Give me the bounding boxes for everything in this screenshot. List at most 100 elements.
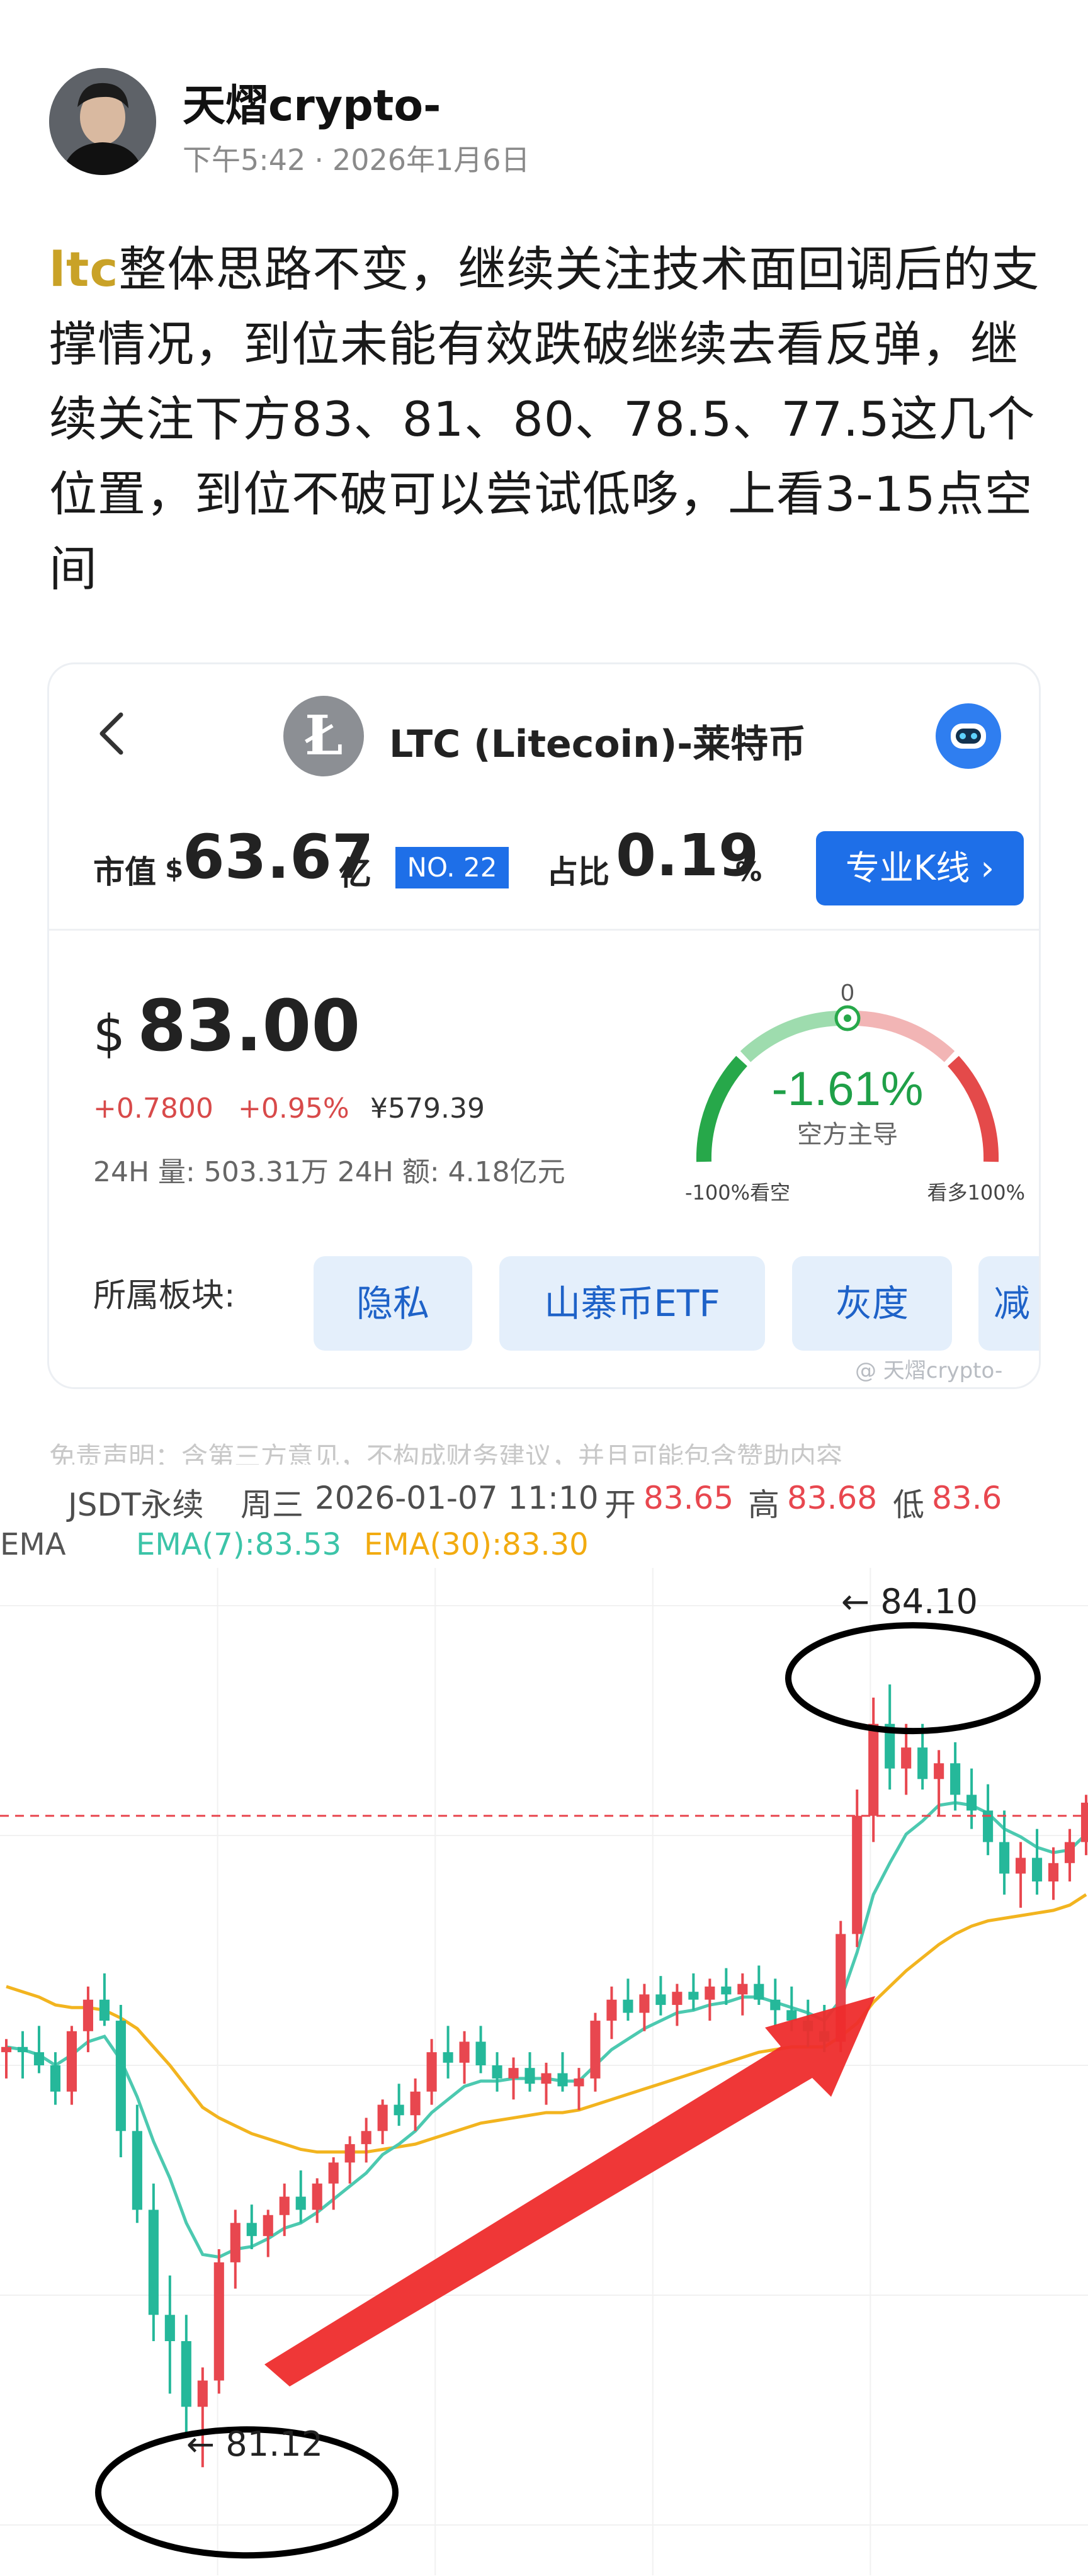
post-meta: 下午5:42 · 2026年1月6日 [183, 137, 530, 179]
sector-label: 所属板块: [93, 1277, 235, 1315]
candle-body [426, 2052, 437, 2092]
avatar[interactable] [49, 68, 156, 175]
market-cap-currency: $ [165, 853, 184, 884]
candle-body [66, 2031, 77, 2092]
market-share-unit: % [735, 856, 762, 887]
post-body-text: 整体思路不变，继续关注技术面回调后的支撑情况，到位未能有效跌破继续去看反弹，继续… [49, 241, 1040, 597]
trend-arrow-icon [264, 1996, 875, 2386]
price-cny: ¥579.39 [370, 1092, 485, 1125]
gauge-arc-green [696, 1055, 747, 1162]
chart-header: JSDT永续 周三 2026-01-07 11:10 开 83.65 高 83.… [0, 1480, 1088, 1523]
candle-body [213, 2262, 224, 2381]
candle-body [295, 2196, 306, 2210]
coin-card-header: Ł LTC (Litecoin)-莱特币 市值 $ 63.67 亿 NO. 22… [49, 664, 1039, 929]
gauge-arc-red [948, 1055, 999, 1162]
candle-body [1, 2046, 12, 2053]
candle-body [197, 2380, 208, 2407]
back-arrow-icon[interactable] [93, 708, 131, 759]
high-callout-label: ← 84.10 [841, 1582, 978, 1621]
candle-body [557, 2073, 568, 2087]
candle-body [132, 2131, 142, 2210]
post-time: 下午5:42 [183, 143, 306, 177]
candle-body [934, 1763, 944, 1779]
candle-body [639, 1994, 650, 2013]
candle-body [443, 2052, 453, 2063]
candle-body [164, 2315, 175, 2341]
pro-kline-button[interactable]: 专业K线 › [816, 831, 1024, 905]
gauge-arc-pink [851, 1010, 955, 1062]
candle-body [950, 1763, 961, 1795]
ema30-value: EMA(30):83.30 [364, 1527, 589, 1562]
ema30-line [6, 1893, 1087, 2154]
candle-body [230, 2223, 241, 2262]
candle-body [754, 1983, 764, 2000]
low-callout-label: ← 81.12 [186, 2424, 324, 2464]
gauge-value: -1.61% [772, 1062, 924, 1116]
candle-body [655, 1994, 666, 2006]
low-value: 83.6 [932, 1480, 1002, 1516]
candle-body [590, 2021, 601, 2079]
candle-body [99, 1999, 110, 2021]
candle-body [672, 1992, 683, 2006]
candle-body [852, 1815, 863, 1934]
coin-title: LTC (Litecoin)-莱特币 [389, 722, 807, 766]
gauge-caption: 空方主导 [797, 1120, 898, 1149]
candle-body [475, 2041, 486, 2065]
coin-tag[interactable]: ltc [49, 241, 118, 297]
ema7-line [6, 1801, 1087, 2259]
gauge-arc-lightgreen [740, 1010, 844, 1062]
candle-body [492, 2065, 502, 2079]
kline-chart[interactable]: JSDT永续 周三 2026-01-07 11:10 开 83.65 高 83.… [0, 1442, 1088, 2576]
candle-body [688, 1992, 699, 2000]
sector-chip-privacy[interactable]: 隐私 [314, 1256, 472, 1351]
ema-label: EMA [0, 1527, 66, 1562]
current-price: 83.00 [137, 985, 361, 1067]
candle-body [394, 2104, 404, 2116]
gauge-right-label: 看多100% [927, 1181, 1026, 1205]
sentiment-gauge: 0 -1.61% 空方主导 -100%看空 看多100% [685, 980, 1026, 1205]
open-value: 83.65 [643, 1480, 734, 1516]
candle-body [50, 2065, 61, 2092]
candle-body [541, 2073, 552, 2084]
candle-body [410, 2091, 421, 2116]
candle-body [524, 2068, 535, 2084]
candle-body [966, 1795, 977, 1811]
sector-chip-altcoin-etf[interactable]: 山寨币ETF [499, 1256, 765, 1351]
author-name[interactable]: 天熠crypto- [183, 71, 441, 133]
candle-body [459, 2041, 470, 2063]
candle-body [737, 1983, 748, 1995]
candle-body [312, 2183, 322, 2210]
price-currency: $ [93, 1004, 125, 1063]
post-body: ltc整体思路不变，继续关注技术面回调后的支撑情况，到位未能有效跌破继续去看反弹… [49, 232, 1050, 606]
candle-body [999, 1842, 1010, 1874]
candle-body [901, 1747, 912, 1769]
market-cap-unit: 亿 [339, 855, 372, 893]
candle-body [344, 2144, 355, 2163]
candle-body [705, 1986, 715, 2000]
sector-chip-grayscale[interactable]: 灰度 [792, 1256, 952, 1351]
high-callout-ellipse [785, 1622, 1041, 1735]
high-label: 高 [748, 1487, 779, 1523]
market-share-label: 占比 [547, 854, 609, 890]
candle-body [263, 2215, 273, 2237]
candle-body [1064, 1842, 1075, 1863]
gauge-left-label: -100%看空 [685, 1181, 790, 1205]
candle-body [770, 1999, 781, 2011]
sector-chip-more[interactable]: 减 [978, 1256, 1039, 1351]
candle-body [377, 2104, 388, 2131]
robot-assistant-icon[interactable] [936, 703, 1001, 769]
candle-body [82, 1999, 93, 2031]
candle-body [361, 2131, 371, 2145]
candle-body [17, 2046, 28, 2053]
card-watermark: @ 天熠crypto- [855, 1358, 1003, 1383]
candle-body [917, 1747, 928, 1779]
meta-separator: · [314, 143, 324, 177]
rank-badge: NO. 22 [395, 847, 509, 888]
market-cap-label: 市值 [93, 854, 156, 890]
chart-symbol: JSDT永续 [68, 1487, 204, 1523]
ema-legend: EMA EMA(7):83.53 EMA(30):83.30 [0, 1527, 1088, 1565]
candle-body [721, 1986, 732, 1995]
post-date: 2026年1月6日 [332, 143, 530, 177]
card-divider [49, 929, 1039, 931]
coin-card[interactable]: Ł LTC (Litecoin)-莱特币 市值 $ 63.67 亿 NO. 22… [49, 664, 1039, 1387]
